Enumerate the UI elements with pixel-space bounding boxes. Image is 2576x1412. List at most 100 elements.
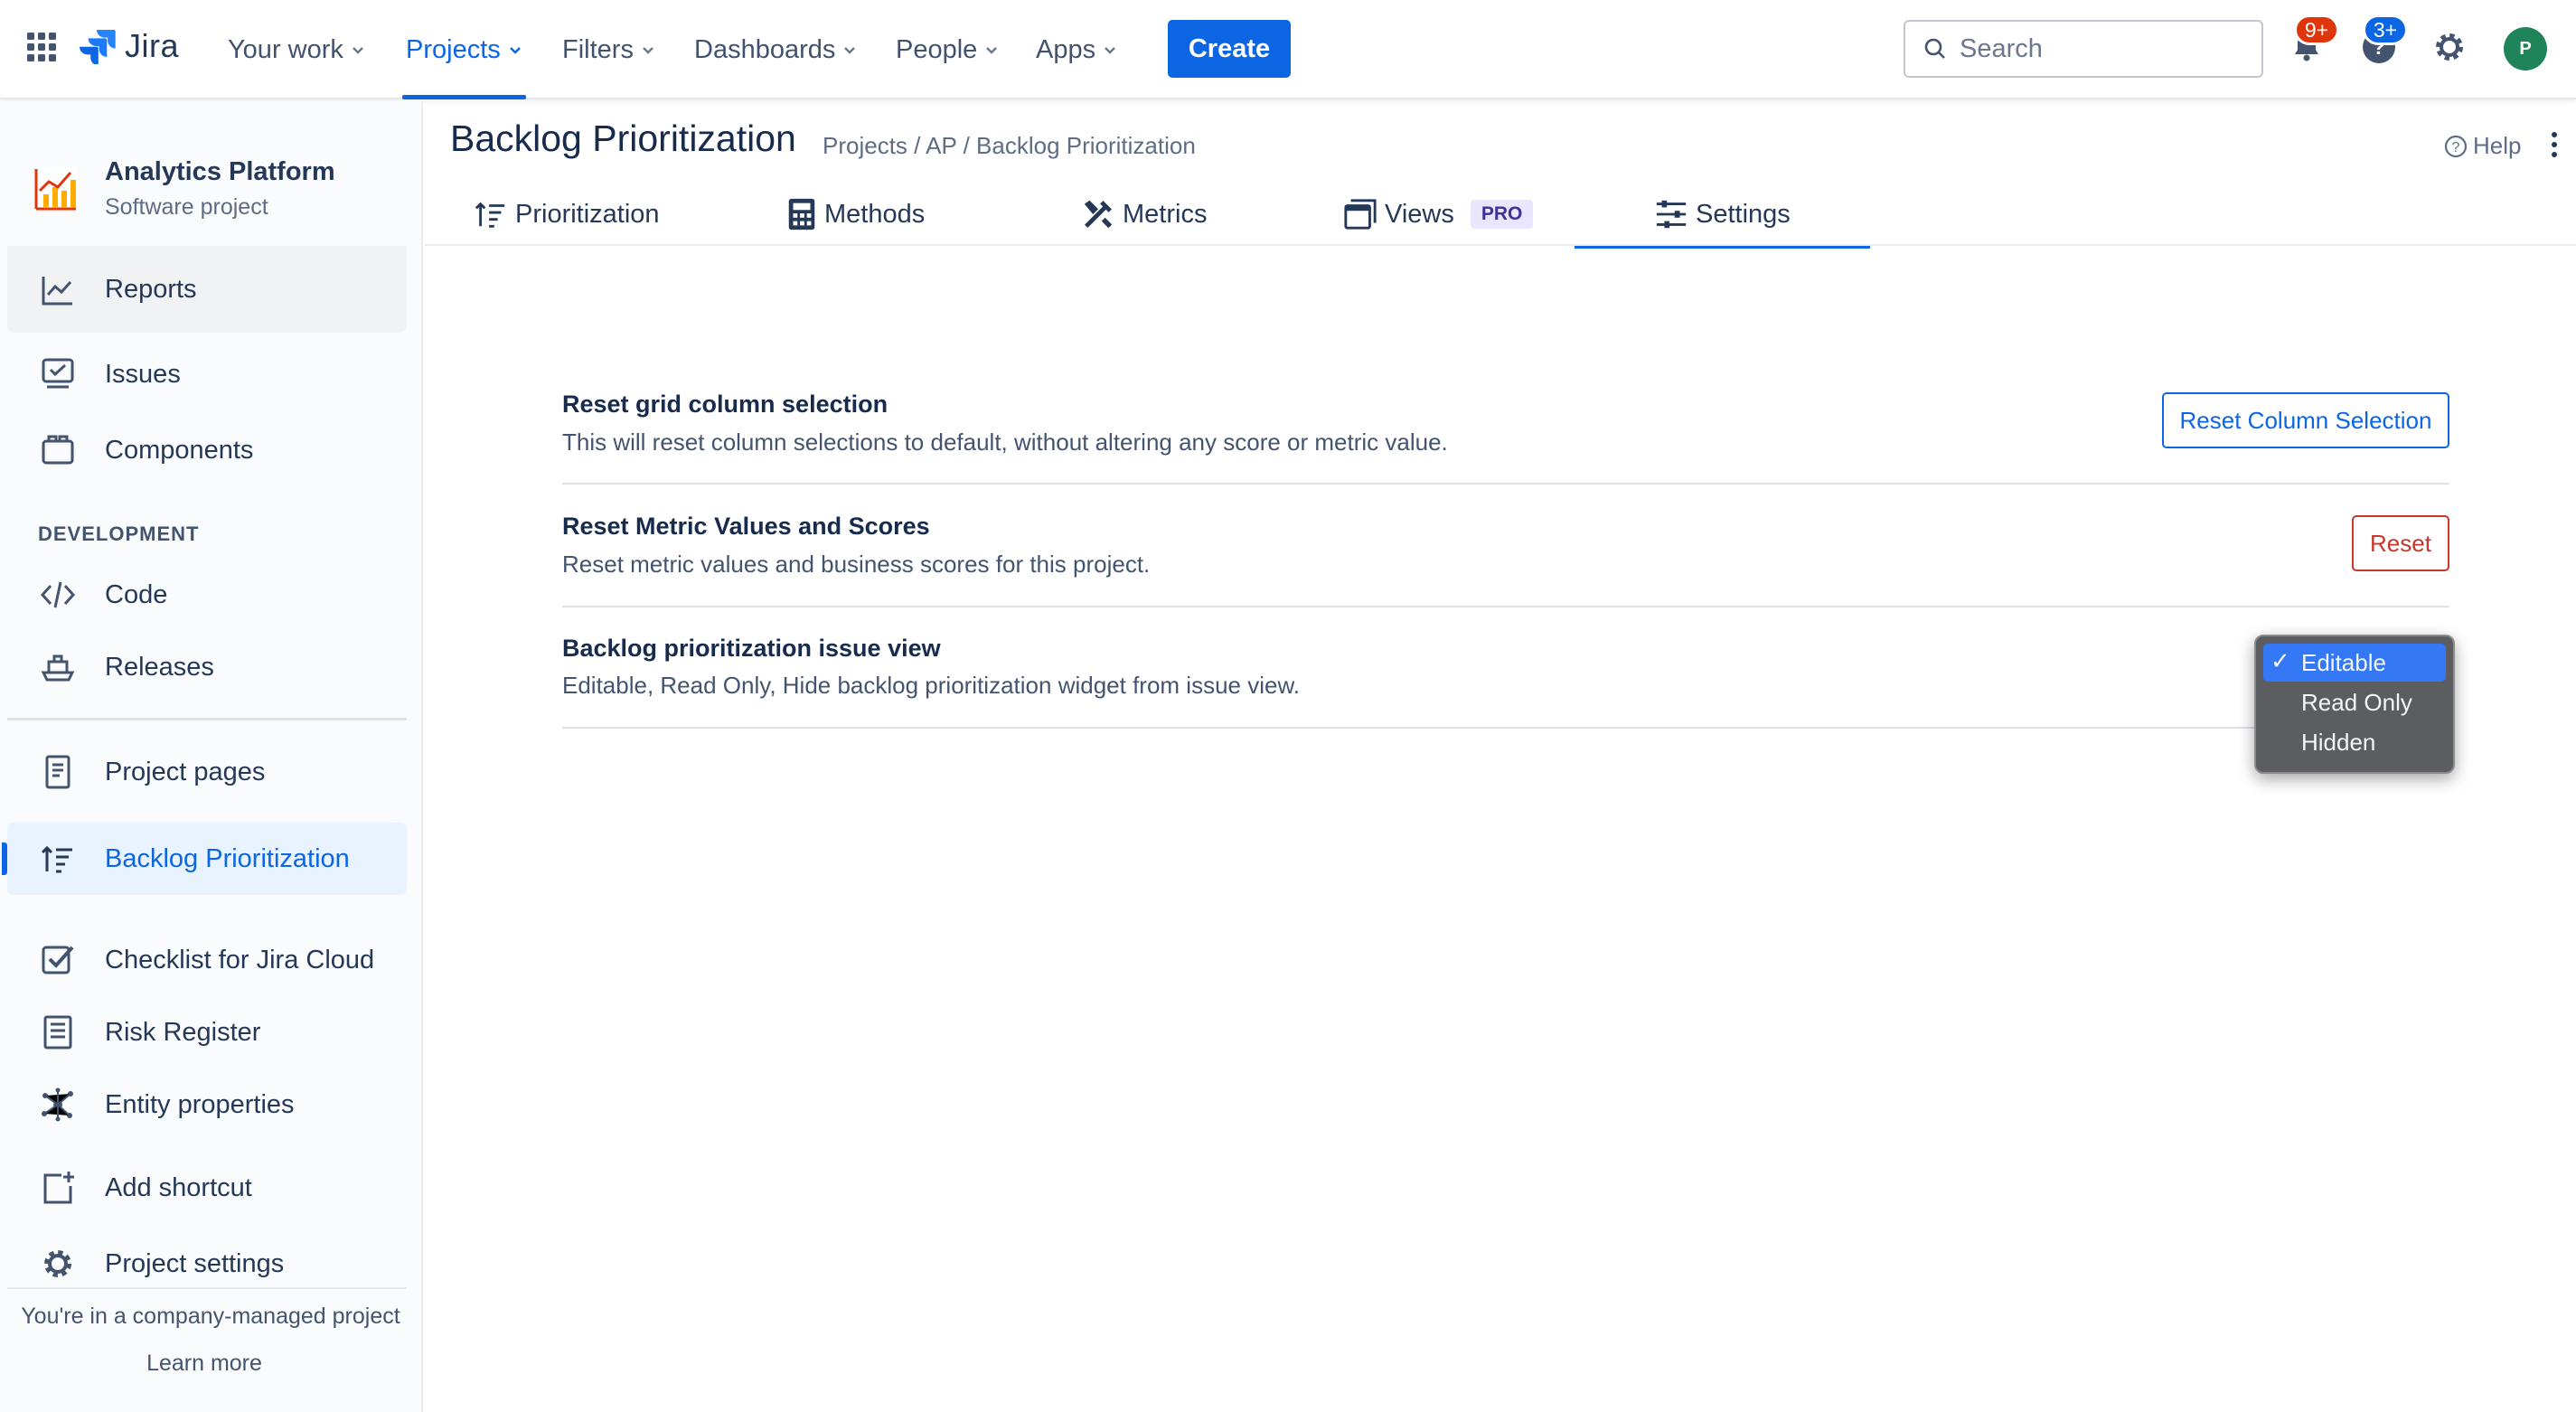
sliders-icon	[1656, 200, 1687, 229]
sidebar-item-add-shortcut[interactable]: Add shortcut	[7, 1152, 407, 1224]
sidebar-item-project-pages[interactable]: Project pages	[7, 736, 407, 808]
nav-apps[interactable]: Apps	[1036, 0, 1117, 99]
jira-logo-icon	[80, 30, 116, 64]
nav-label: Dashboards	[694, 34, 836, 64]
app-switcher-icon[interactable]	[25, 31, 58, 63]
sidebar-item-risk-register[interactable]: Risk Register	[7, 996, 407, 1068]
sidebar-item-issues[interactable]: Issues	[7, 338, 407, 410]
windows-icon	[1344, 199, 1377, 230]
setting-title: Reset grid column selection	[562, 391, 888, 418]
search-input[interactable]	[1960, 33, 2231, 64]
sort-icon	[38, 839, 78, 879]
issue-view-option-hidden[interactable]: Hidden	[2263, 723, 2446, 761]
tab-metrics[interactable]: Metrics	[1081, 185, 1207, 243]
settings-button[interactable]	[2428, 25, 2471, 69]
top-navigation: Jira Your work Projects Filters Dashboar…	[0, 0, 2576, 99]
sidebar-item-label: Issues	[105, 359, 181, 389]
issue-view-option-read-only[interactable]: Read Only	[2263, 683, 2446, 721]
option-label: Read Only	[2301, 688, 2412, 716]
chart-line-icon	[38, 269, 78, 309]
breadcrumb[interactable]: Projects / AP / Backlog Prioritization	[823, 132, 1196, 160]
learn-more-link[interactable]: Learn more	[0, 1351, 409, 1377]
nav-label: Your work	[228, 34, 343, 64]
sidebar-item-entity-properties[interactable]: Entity properties	[7, 1068, 407, 1141]
sidebar-item-label: Reports	[105, 274, 197, 304]
project-header[interactable]: Analytics Platform Software project	[33, 157, 335, 221]
sidebar-item-project-settings[interactable]: Project settings	[7, 1228, 407, 1300]
nav-label: People	[896, 34, 978, 64]
sidebar-item-label: Entity properties	[105, 1089, 295, 1119]
chevron-down-icon	[353, 47, 363, 54]
nav-your-work[interactable]: Your work	[228, 0, 365, 99]
sidebar-item-releases[interactable]: Releases	[7, 631, 407, 703]
gear-icon	[2436, 33, 2463, 61]
chevron-down-icon	[1105, 47, 1115, 54]
search-icon	[1924, 38, 1945, 59]
section-development: DEVELOPMENT	[38, 522, 200, 545]
reset-column-selection-button[interactable]: Reset Column Selection	[2162, 392, 2449, 448]
jira-logo-text: Jira	[125, 27, 180, 64]
tab-label: Metrics	[1123, 199, 1208, 229]
tab-methods[interactable]: Methods	[786, 185, 925, 243]
jira-logo[interactable]: Jira	[80, 27, 179, 65]
sort-icon	[475, 202, 505, 228]
create-button[interactable]: Create	[1168, 20, 1291, 78]
checkmark-icon: ✓	[2270, 647, 2290, 674]
notifications-badge: 9+	[2294, 14, 2339, 45]
ship-icon	[38, 647, 78, 687]
sidebar-item-code[interactable]: Code	[7, 559, 407, 631]
setting-description: This will reset column selections to def…	[562, 428, 1448, 456]
sidebar-item-label: Project settings	[105, 1248, 285, 1278]
project-name: Analytics Platform	[105, 157, 335, 186]
issue-view-option-editable[interactable]: ✓ Editable	[2263, 644, 2446, 682]
nav-filters[interactable]: Filters	[562, 0, 655, 99]
nav-people[interactable]: People	[896, 0, 999, 99]
tab-prioritization[interactable]: Prioritization	[474, 185, 660, 243]
project-sidebar: Analytics Platform Software project Repo…	[0, 101, 423, 1412]
reset-metrics-button[interactable]: Reset	[2352, 515, 2449, 571]
tab-label: Prioritization	[515, 199, 660, 229]
nav-label: Projects	[406, 34, 501, 64]
project-type: Software project	[105, 194, 268, 220]
setting-divider	[562, 727, 2449, 729]
code-icon	[38, 575, 78, 615]
nav-label: Filters	[562, 34, 634, 64]
nav-dashboards[interactable]: Dashboards	[694, 0, 857, 99]
avatar[interactable]: P	[2504, 27, 2547, 71]
sidebar-item-reports[interactable]: Reports	[7, 246, 407, 333]
tab-label: Settings	[1696, 199, 1791, 229]
sidebar-footer-divider	[7, 1287, 407, 1289]
tab-label: Methods	[824, 199, 926, 229]
checkbox-icon	[38, 940, 78, 980]
tab-views[interactable]: Views PRO	[1343, 185, 1534, 243]
sidebar-item-backlog-prioritization[interactable]: Backlog Prioritization	[2, 823, 407, 895]
setting-divider	[562, 606, 2449, 607]
help-circle-icon: ?	[2444, 135, 2468, 157]
nav-label: Apps	[1036, 34, 1096, 64]
sidebar-item-label: Project pages	[105, 757, 266, 786]
help-link[interactable]: ? Help	[2444, 132, 2521, 160]
option-label: Hidden	[2301, 728, 2376, 756]
sidebar-item-label: Backlog Prioritization	[105, 843, 350, 873]
issue-view-select-dropdown[interactable]: ✓ Editable Read Only Hidden	[2254, 635, 2455, 774]
more-options-icon[interactable]	[2545, 130, 2563, 159]
search-box[interactable]	[1904, 20, 2263, 78]
nav-projects[interactable]: Projects	[402, 0, 526, 99]
chevron-down-icon	[509, 47, 521, 54]
sidebar-item-label: Risk Register	[105, 1017, 261, 1047]
tab-settings[interactable]: Settings	[1575, 185, 1870, 249]
setting-title: Reset Metric Values and Scores	[562, 513, 930, 540]
sidebar-item-label: Components	[105, 435, 254, 465]
gear-icon	[38, 1244, 78, 1284]
sidebar-item-components[interactable]: Components	[7, 414, 407, 486]
sidebar-item-checklist[interactable]: Checklist for Jira Cloud	[7, 924, 407, 996]
project-avatar-icon	[34, 167, 78, 211]
tabs-divider	[425, 244, 2576, 246]
nodes-icon	[38, 1085, 78, 1125]
calculator-icon	[788, 198, 815, 231]
sidebar-item-label: Add shortcut	[105, 1172, 252, 1202]
components-icon	[38, 430, 78, 470]
book-icon	[38, 1012, 78, 1052]
add-shortcut-icon	[38, 1168, 78, 1208]
sidebar-item-label: Releases	[105, 652, 214, 682]
